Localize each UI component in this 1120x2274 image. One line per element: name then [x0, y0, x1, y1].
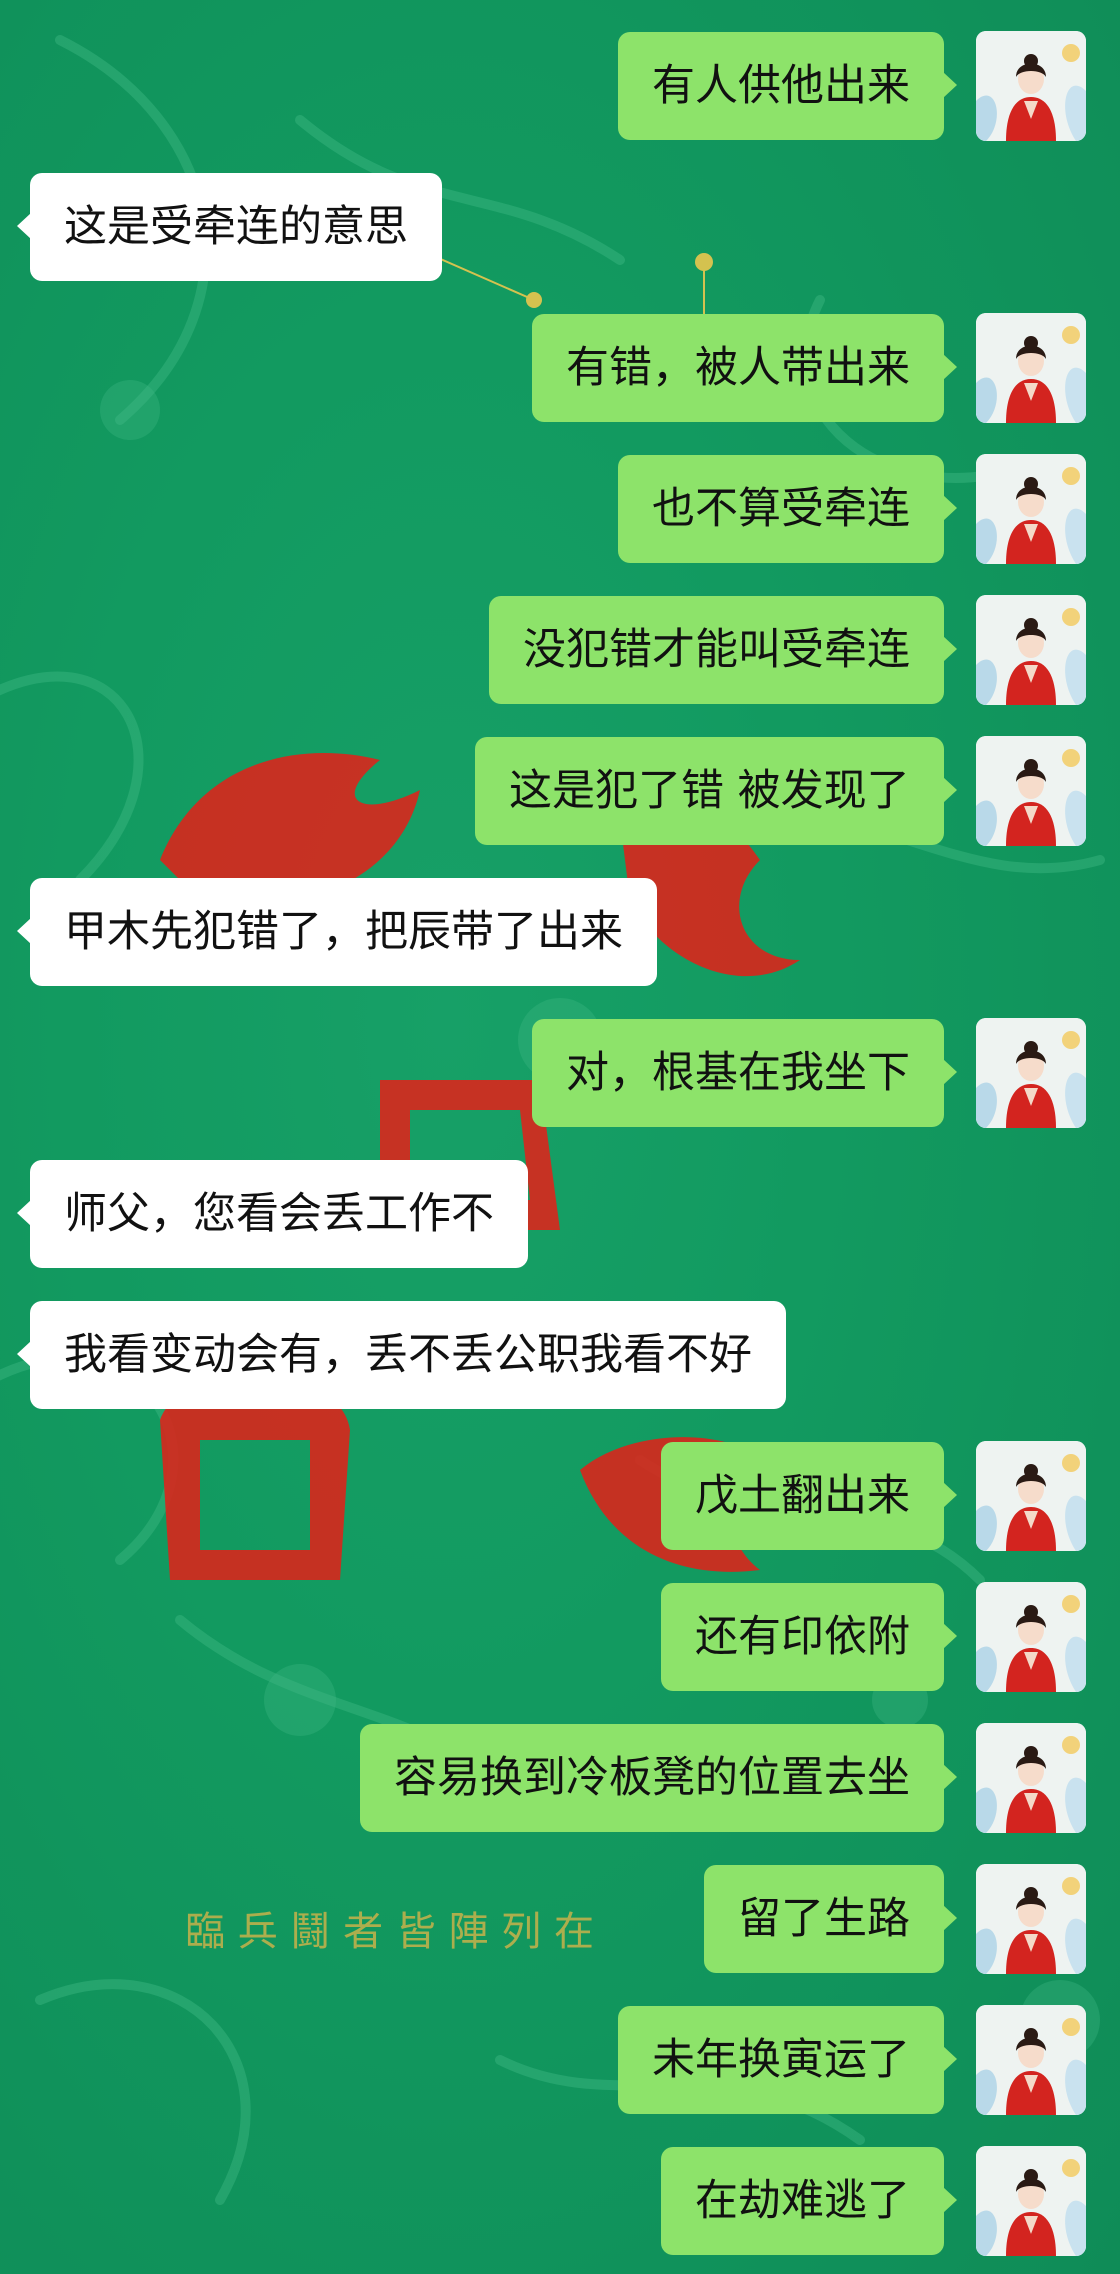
- outgoing-message-bubble[interactable]: 还有印依附: [661, 1583, 957, 1691]
- outgoing-message-bubble[interactable]: 这是犯了错 被发现了: [475, 737, 957, 845]
- avatar-portrait-icon: [976, 2005, 1086, 2115]
- sender-avatar[interactable]: [976, 1582, 1086, 1692]
- incoming-message-bubble[interactable]: 我看变动会有，丢不丢公职我看不好: [17, 1301, 786, 1409]
- sender-avatar[interactable]: [976, 595, 1086, 705]
- incoming-message-bubble[interactable]: 这是受牵连的意思: [17, 173, 442, 281]
- sender-avatar[interactable]: [976, 1723, 1086, 1833]
- avatar-portrait-icon: [976, 736, 1086, 846]
- avatar-portrait-icon: [976, 1582, 1086, 1692]
- avatar-portrait-icon: [976, 1864, 1086, 1974]
- outgoing-message-bubble[interactable]: 留了生路: [704, 1865, 957, 1973]
- outgoing-message-bubble[interactable]: 对，根基在我坐下: [532, 1019, 957, 1127]
- outgoing-message-bubble[interactable]: 在劫难逃了: [661, 2147, 957, 2255]
- avatar-portrait-icon: [976, 313, 1086, 423]
- sender-avatar[interactable]: [976, 2005, 1086, 2115]
- sender-avatar[interactable]: [976, 31, 1086, 141]
- sender-avatar[interactable]: [976, 1018, 1086, 1128]
- incoming-message-bubble[interactable]: 师父，您看会丢工作不: [17, 1160, 528, 1268]
- avatar-portrait-icon: [976, 1723, 1086, 1833]
- outgoing-message-bubble[interactable]: 没犯错才能叫受牵连: [489, 596, 957, 704]
- avatar-portrait-icon: [976, 1018, 1086, 1128]
- sender-avatar[interactable]: [976, 313, 1086, 423]
- outgoing-message-bubble[interactable]: 有人供他出来: [618, 32, 957, 140]
- sender-avatar[interactable]: [976, 736, 1086, 846]
- outgoing-message-bubble[interactable]: 有错，被人带出来: [532, 314, 957, 422]
- sender-avatar[interactable]: [976, 2146, 1086, 2256]
- sender-avatar[interactable]: [976, 454, 1086, 564]
- avatar-portrait-icon: [976, 31, 1086, 141]
- outgoing-message-bubble[interactable]: 未年换寅运了: [618, 2006, 957, 2114]
- avatar-portrait-icon: [976, 595, 1086, 705]
- chat-message-list[interactable]: 有人供他出来 这是受牵连的意思 有错，被人带出来 也不算受牵连 没犯错才能叫受牵连…: [0, 0, 1120, 2274]
- sender-avatar[interactable]: [976, 1864, 1086, 1974]
- sender-avatar[interactable]: [976, 1441, 1086, 1551]
- avatar-portrait-icon: [976, 2146, 1086, 2256]
- outgoing-message-bubble[interactable]: 也不算受牵连: [618, 455, 957, 563]
- incoming-message-bubble[interactable]: 甲木先犯错了，把辰带了出来: [17, 878, 657, 986]
- outgoing-message-bubble[interactable]: 戊土翻出来: [661, 1442, 957, 1550]
- avatar-portrait-icon: [976, 1441, 1086, 1551]
- avatar-portrait-icon: [976, 454, 1086, 564]
- outgoing-message-bubble[interactable]: 容易换到冷板凳的位置去坐: [360, 1724, 957, 1832]
